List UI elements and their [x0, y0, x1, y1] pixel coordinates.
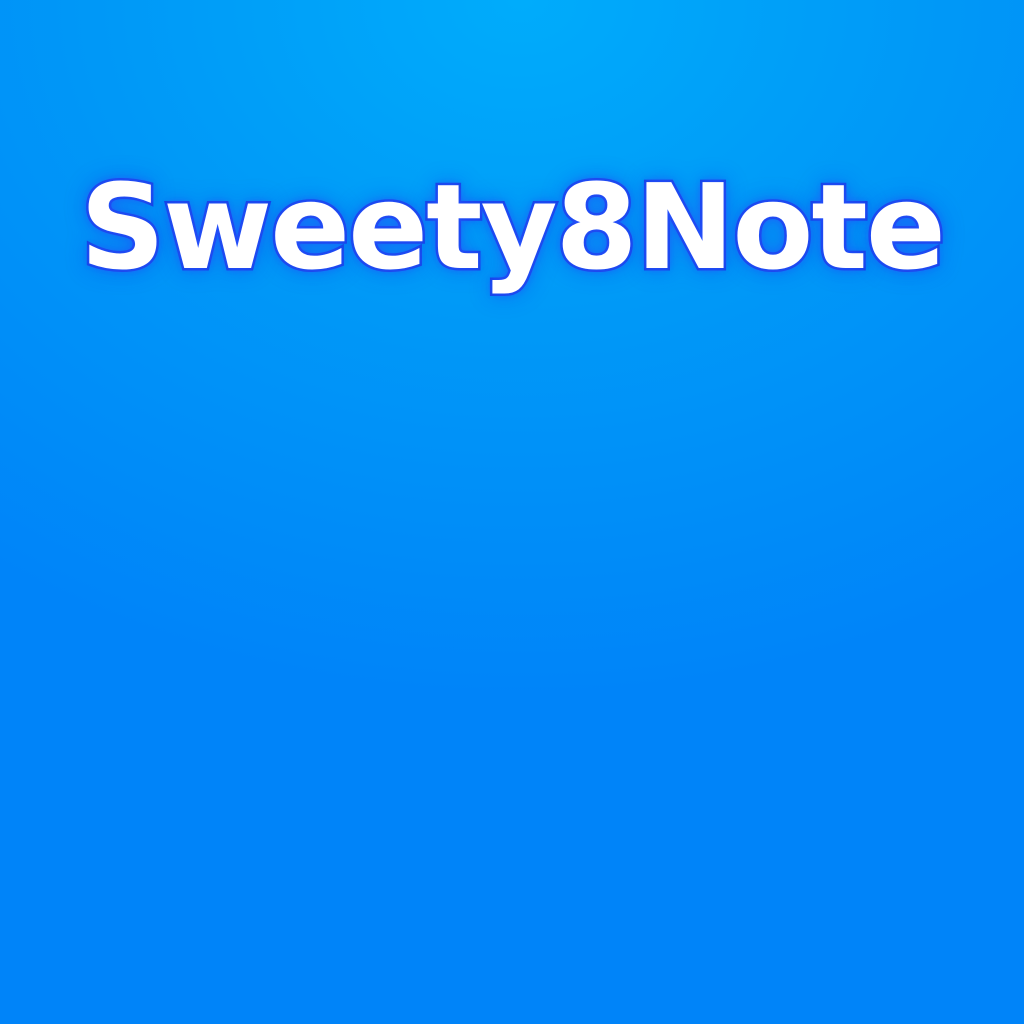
splash-screen: Sweety8Note — [0, 0, 1024, 1024]
app-title: Sweety8Note — [78, 158, 949, 296]
